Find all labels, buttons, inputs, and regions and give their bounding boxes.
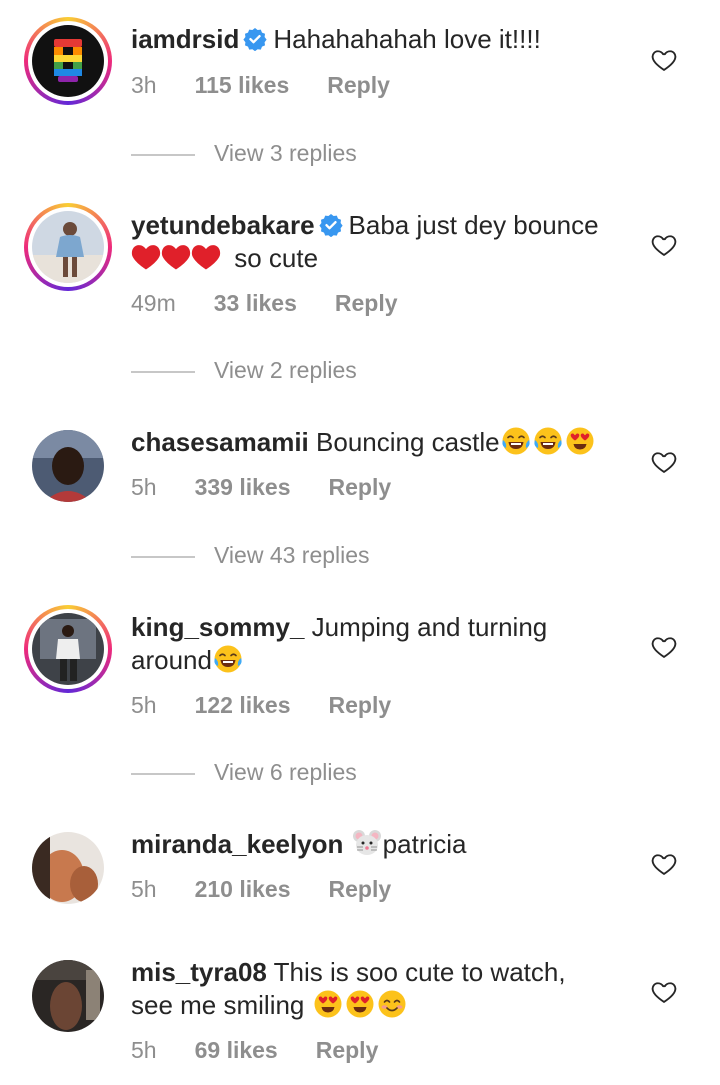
avatar-photo — [32, 832, 104, 904]
avatar[interactable] — [24, 605, 112, 693]
heart-eyes-emoji-icon — [313, 989, 343, 1019]
comment-meta: 3h 115 likes Reply — [131, 72, 428, 99]
comment-username[interactable]: king_sommy_ — [131, 612, 304, 642]
comment-body-continued: so cute — [234, 243, 319, 273]
comment-text-line2: so cute — [131, 242, 631, 275]
comment-body: This is soo cute to watch, — [273, 957, 566, 987]
comment-username[interactable]: chasesamamii — [131, 427, 309, 457]
comment-time: 49m — [131, 290, 176, 316]
comment-likes[interactable]: 339 likes — [195, 474, 291, 500]
view-replies-label: View 2 replies — [214, 357, 357, 383]
comment-body: Baba just dey bounce — [348, 210, 599, 240]
comment-body: patricia — [382, 829, 467, 859]
comment-username[interactable]: yetundebakare — [131, 210, 315, 240]
verified-badge-icon — [243, 27, 267, 51]
reply-button[interactable]: Reply — [327, 72, 390, 98]
avatar[interactable] — [24, 17, 112, 105]
comment-likes[interactable]: 210 likes — [195, 876, 291, 902]
comment-username[interactable]: miranda_keelyon — [131, 829, 343, 859]
comment-text-line2: around — [131, 644, 631, 677]
heart-eyes-emoji-icon — [565, 426, 595, 456]
comment-body-continued: around — [131, 645, 212, 675]
comment-body: Hahahahahah love it!!!! — [273, 24, 541, 54]
comment-meta: 5h 122 likes Reply — [131, 692, 429, 719]
replies-divider — [131, 371, 195, 373]
verified-badge-icon — [319, 213, 343, 237]
replies-divider — [131, 154, 195, 156]
comment-body: Jumping and turning — [311, 612, 548, 642]
avatar[interactable] — [32, 430, 104, 502]
comment-text: iamdrsid Hahahahahah love it!!!! — [131, 23, 631, 56]
blush-emoji-icon — [377, 989, 407, 1019]
heart-icon[interactable] — [650, 46, 678, 74]
laughing-emoji-icon — [533, 426, 563, 456]
heart-icon[interactable] — [650, 448, 678, 476]
avatar[interactable] — [32, 832, 104, 904]
comment-text: king_sommy_ Jumping and turning — [131, 611, 631, 644]
avatar-photo — [32, 960, 104, 1032]
comment-time: 5h — [131, 1037, 157, 1063]
comment-likes[interactable]: 69 likes — [195, 1037, 278, 1063]
reply-button[interactable]: Reply — [329, 474, 392, 500]
heart-eyes-emoji-icon — [345, 989, 375, 1019]
comment-time: 3h — [131, 72, 157, 98]
view-replies-label: View 6 replies — [214, 759, 357, 785]
comment-time: 5h — [131, 876, 157, 902]
replies-divider — [131, 556, 195, 558]
avatar-logo-image — [32, 25, 104, 97]
comment-likes[interactable]: 115 likes — [195, 72, 290, 98]
avatar[interactable] — [32, 960, 104, 1032]
comment-meta: 5h 69 likes Reply — [131, 1037, 416, 1064]
comment-text: chasesamamii Bouncing castle — [131, 426, 631, 459]
avatar[interactable] — [24, 203, 112, 291]
avatar-photo — [32, 613, 104, 685]
heart-icon[interactable] — [650, 850, 678, 878]
comment-body-continued: see me smiling — [131, 990, 305, 1020]
comment-likes[interactable]: 33 likes — [214, 290, 297, 316]
heart-icon[interactable] — [650, 231, 678, 259]
comment-meta: 49m 33 likes Reply — [131, 290, 436, 317]
comment-meta: 5h 339 likes Reply — [131, 474, 429, 501]
comment-text-line2: see me smiling — [131, 989, 631, 1022]
heart-icon[interactable] — [650, 978, 678, 1006]
reply-button[interactable]: Reply — [316, 1037, 379, 1063]
comment-likes[interactable]: 122 likes — [195, 692, 291, 718]
reply-button[interactable]: Reply — [329, 692, 392, 718]
view-replies-label: View 3 replies — [214, 140, 357, 166]
comment-text: miranda_keelyon patricia — [131, 828, 631, 861]
heart-icon[interactable] — [650, 633, 678, 661]
red-heart-icon — [191, 243, 221, 271]
laughing-emoji-icon — [213, 644, 243, 674]
comment-text: mis_tyra08 This is soo cute to watch, — [131, 956, 631, 989]
avatar-photo — [32, 211, 104, 283]
view-replies-label: View 43 replies — [214, 542, 370, 568]
avatar-photo — [32, 430, 104, 502]
comment-text: yetundebakare Baba just dey bounce — [131, 209, 631, 242]
comment-time: 5h — [131, 692, 157, 718]
comment-body: Bouncing castle — [316, 427, 500, 457]
comment-username[interactable]: iamdrsid — [131, 24, 239, 54]
red-heart-icon — [161, 243, 191, 271]
comment-meta: 5h 210 likes Reply — [131, 876, 429, 903]
replies-divider — [131, 773, 195, 775]
laughing-emoji-icon — [501, 426, 531, 456]
reply-button[interactable]: Reply — [335, 290, 398, 316]
mouse-emoji-icon — [352, 828, 382, 858]
comment-username[interactable]: mis_tyra08 — [131, 957, 267, 987]
comment-time: 5h — [131, 474, 157, 500]
reply-button[interactable]: Reply — [329, 876, 392, 902]
red-heart-icon — [131, 243, 161, 271]
